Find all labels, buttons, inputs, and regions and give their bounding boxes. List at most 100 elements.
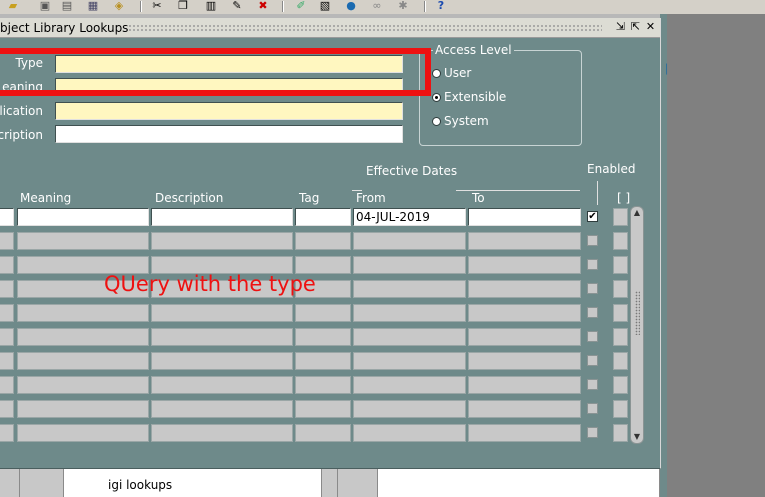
- meaning-cell[interactable]: [17, 376, 149, 394]
- scroll-up-icon[interactable]: ▲: [631, 207, 643, 219]
- row-dff-cell[interactable]: [613, 208, 628, 226]
- enabled-checkbox[interactable]: ✔: [587, 211, 598, 222]
- from-date-cell[interactable]: [353, 304, 466, 322]
- from-date-cell[interactable]: [353, 376, 466, 394]
- row-dff-cell[interactable]: [613, 256, 628, 274]
- cut-icon[interactable]: ✂: [150, 0, 164, 12]
- description-cell[interactable]: [151, 208, 293, 226]
- tag-cell[interactable]: [295, 304, 351, 322]
- description-cell[interactable]: [151, 352, 293, 370]
- folder-brackets[interactable]: [ ]: [617, 191, 630, 205]
- to-date-cell[interactable]: [468, 256, 581, 274]
- scroll-thumb[interactable]: [635, 291, 640, 335]
- meaning-cell[interactable]: [17, 424, 149, 442]
- from-date-cell[interactable]: [353, 256, 466, 274]
- enabled-checkbox[interactable]: [587, 307, 598, 318]
- open-icon[interactable]: ▤: [60, 0, 74, 12]
- paste-icon[interactable]: ▥: [204, 0, 218, 12]
- enabled-checkbox[interactable]: [587, 427, 598, 438]
- row-dff-cell[interactable]: [613, 400, 628, 418]
- tag-cell[interactable]: [295, 352, 351, 370]
- edit-icon[interactable]: ✐: [294, 0, 308, 12]
- enabled-checkbox[interactable]: [587, 355, 598, 366]
- code-cell[interactable]: [0, 280, 14, 298]
- code-cell[interactable]: [0, 400, 14, 418]
- from-date-cell[interactable]: [353, 352, 466, 370]
- row-dff-cell[interactable]: [613, 232, 628, 250]
- enabled-checkbox[interactable]: [587, 235, 598, 246]
- row-dff-cell[interactable]: [613, 424, 628, 442]
- to-date-cell[interactable]: [468, 304, 581, 322]
- minimize-icon[interactable]: ⇲: [614, 20, 627, 34]
- code-cell[interactable]: [0, 376, 14, 394]
- tag-cell[interactable]: [295, 424, 351, 442]
- new-icon[interactable]: ▣: [38, 0, 52, 12]
- to-date-cell[interactable]: [468, 328, 581, 346]
- code-cell[interactable]: [0, 208, 14, 226]
- from-date-cell[interactable]: 04-JUL-2019: [353, 208, 466, 226]
- window-titlebar[interactable]: bject Library Lookups ⇲ ⇱ ✕: [0, 18, 660, 38]
- description-cell[interactable]: [151, 424, 293, 442]
- maximize-icon[interactable]: ⇱: [629, 20, 642, 34]
- help-icon[interactable]: ◈: [112, 0, 126, 12]
- meaning-cell[interactable]: [17, 400, 149, 418]
- tag-cell[interactable]: [295, 328, 351, 346]
- to-date-cell[interactable]: [468, 280, 581, 298]
- question-icon[interactable]: ?: [434, 0, 448, 12]
- description-cell[interactable]: [151, 400, 293, 418]
- meaning-cell[interactable]: [17, 328, 149, 346]
- description-cell[interactable]: [151, 328, 293, 346]
- from-date-cell[interactable]: [353, 232, 466, 250]
- row-dff-cell[interactable]: [613, 328, 628, 346]
- attach-icon[interactable]: ▧: [318, 0, 332, 12]
- row-dff-cell[interactable]: [613, 304, 628, 322]
- save-icon[interactable]: ▰: [6, 0, 20, 12]
- radio-user[interactable]: User: [432, 66, 471, 80]
- row-dff-cell[interactable]: [613, 280, 628, 298]
- delete-icon[interactable]: ✖: [256, 0, 270, 12]
- enabled-checkbox[interactable]: [587, 403, 598, 414]
- tag-cell[interactable]: [295, 400, 351, 418]
- close-icon[interactable]: ✕: [644, 20, 657, 34]
- code-cell[interactable]: [0, 304, 14, 322]
- meaning-cell[interactable]: [17, 232, 149, 250]
- meaning-cell[interactable]: [17, 208, 149, 226]
- to-date-cell[interactable]: [468, 208, 581, 226]
- radio-button[interactable]: [432, 117, 441, 126]
- description-cell[interactable]: [151, 376, 293, 394]
- from-date-cell[interactable]: [353, 328, 466, 346]
- description-cell[interactable]: [151, 304, 293, 322]
- radio-system[interactable]: System: [432, 114, 489, 128]
- enabled-checkbox[interactable]: [587, 379, 598, 390]
- enabled-checkbox[interactable]: [587, 259, 598, 270]
- clear-icon[interactable]: ✎: [230, 0, 244, 12]
- description-cell[interactable]: [151, 232, 293, 250]
- code-cell[interactable]: [0, 328, 14, 346]
- tag-cell[interactable]: [295, 376, 351, 394]
- tag-cell[interactable]: [295, 208, 351, 226]
- to-date-cell[interactable]: [468, 400, 581, 418]
- print-icon[interactable]: ▦: [86, 0, 100, 12]
- code-cell[interactable]: [0, 232, 14, 250]
- link-icon[interactable]: ∞: [370, 0, 384, 12]
- enabled-checkbox[interactable]: [587, 283, 598, 294]
- from-date-cell[interactable]: [353, 280, 466, 298]
- to-date-cell[interactable]: [468, 424, 581, 442]
- tools-icon[interactable]: ✱: [396, 0, 410, 12]
- from-date-cell[interactable]: [353, 400, 466, 418]
- vertical-scrollbar[interactable]: ▲ ▼: [630, 206, 644, 444]
- enabled-checkbox[interactable]: [587, 331, 598, 342]
- radio-button[interactable]: [432, 69, 441, 78]
- description-field[interactable]: [55, 125, 403, 143]
- copy-icon[interactable]: ❐: [176, 0, 190, 12]
- radio-extensible[interactable]: Extensible: [432, 90, 506, 104]
- code-cell[interactable]: [0, 424, 14, 442]
- to-date-cell[interactable]: [468, 352, 581, 370]
- application-field[interactable]: [55, 102, 403, 120]
- to-date-cell[interactable]: [468, 376, 581, 394]
- to-date-cell[interactable]: [468, 232, 581, 250]
- globe-icon[interactable]: ●: [344, 0, 358, 12]
- row-dff-cell[interactable]: [613, 376, 628, 394]
- code-cell[interactable]: [0, 256, 14, 274]
- from-date-cell[interactable]: [353, 424, 466, 442]
